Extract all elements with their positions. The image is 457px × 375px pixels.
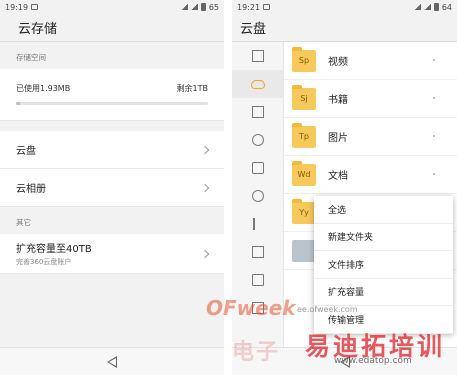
- clock-icon: [251, 134, 264, 146]
- folder-icon: Wd: [292, 160, 316, 186]
- sidebar-item-music[interactable]: [232, 210, 283, 238]
- watermark-brand: OFweek: [206, 296, 296, 320]
- file-name: 图片: [328, 133, 348, 144]
- sidebar-item-download[interactable]: [232, 182, 283, 210]
- cloud-icon: [250, 79, 265, 89]
- expand-capacity-subtitle: 完善360云盘账户: [16, 258, 72, 266]
- signal-icon: [423, 4, 431, 10]
- wifi-icon: [180, 4, 188, 10]
- picture-icon: [251, 246, 264, 258]
- menu-sort-files[interactable]: 文件排序: [314, 251, 453, 279]
- status-time: 19:21: [237, 2, 261, 12]
- file-name: 书籍: [328, 95, 348, 106]
- battery-level: 64: [441, 2, 452, 12]
- more-icon[interactable]: [433, 173, 435, 175]
- file-row-books[interactable]: Sj 书籍: [284, 80, 457, 118]
- wifi-icon: [413, 4, 421, 10]
- watermark-url: ee.ofweek.com: [297, 305, 358, 314]
- folder-icon: Sp: [292, 46, 316, 72]
- battery-level: 65: [208, 2, 219, 12]
- more-icon[interactable]: [433, 97, 435, 99]
- download-icon: [251, 190, 264, 202]
- chevron-right-icon: [200, 183, 210, 192]
- status-bar: 19:19 65: [0, 0, 224, 14]
- cloud-album-item[interactable]: 云相册: [0, 169, 224, 207]
- file-row-pictures[interactable]: Tp 图片: [284, 118, 457, 156]
- remaining-storage: 剩余1TB: [176, 84, 208, 93]
- file-row-documents[interactable]: Wd 文档: [284, 156, 457, 194]
- status-time: 19:19: [5, 2, 29, 12]
- image-icon: [251, 106, 264, 118]
- storage-section-label: 存储空间: [16, 53, 46, 62]
- expand-capacity-item[interactable]: 扩充容量至40TB 完善360云盘账户: [0, 234, 224, 274]
- video-icon: [251, 274, 264, 286]
- status-bar: 19:21 64: [232, 0, 457, 14]
- sidebar-item-camera[interactable]: [232, 154, 283, 182]
- signal-icon: [190, 4, 198, 10]
- battery-icon: [433, 3, 439, 11]
- file-name: 视频: [328, 57, 348, 68]
- sidebar-item-pictures[interactable]: [232, 238, 283, 266]
- page-title: 云存储: [0, 14, 224, 42]
- storage-usage-card: 已使用1.93MB 剩余1TB: [0, 69, 224, 121]
- folder-icon: Yy: [292, 198, 316, 224]
- more-icon[interactable]: [433, 135, 435, 137]
- file-row-video[interactable]: Sp 视频: [284, 42, 457, 80]
- storage-progress-fill: [16, 102, 20, 105]
- watermark-site-url: www.edatop.com: [334, 356, 412, 366]
- cloud-album-label: 云相册: [16, 184, 46, 195]
- page-title: 云盘: [232, 14, 457, 42]
- storage-progress-bar: [16, 102, 208, 105]
- apps-icon: [251, 50, 264, 62]
- cloud-disk-label: 云盘: [16, 146, 36, 157]
- expand-capacity-title: 扩充容量至40TB: [16, 244, 92, 255]
- other-section-label: 其它: [16, 218, 31, 227]
- category-sidebar: [232, 42, 284, 375]
- sidebar-item-cloud[interactable]: [232, 70, 283, 98]
- sidebar-item-recent[interactable]: [232, 126, 283, 154]
- image-notification-icon: [263, 4, 271, 10]
- music-icon: [252, 218, 263, 230]
- cloud-storage-screen: 19:19 65 云存储 存储空间 已使用1.93MB 剩余1TB 云盘 云相册…: [0, 0, 224, 375]
- sidebar-item-video[interactable]: [232, 266, 283, 294]
- navigation-bar: [0, 347, 224, 375]
- sidebar-item-documents[interactable]: [232, 98, 283, 126]
- file-name: 文档: [328, 171, 348, 182]
- cloud-disk-item[interactable]: 云盘: [0, 131, 224, 169]
- back-icon[interactable]: [107, 355, 117, 368]
- more-icon[interactable]: [433, 59, 435, 61]
- chevron-right-icon: [200, 145, 210, 154]
- menu-new-folder[interactable]: 新建文件夹: [314, 224, 453, 251]
- used-storage: 已使用1.93MB: [16, 84, 71, 93]
- menu-expand-capacity[interactable]: 扩充容量: [314, 279, 453, 306]
- folder-icon: Tp: [292, 122, 316, 148]
- watermark-text: 电子: [232, 340, 281, 365]
- battery-icon: [200, 3, 206, 11]
- menu-select-all[interactable]: 全选: [314, 196, 453, 224]
- folder-icon: Sj: [292, 84, 316, 110]
- image-notification-icon: [31, 4, 39, 10]
- camera-icon: [251, 162, 264, 174]
- chevron-right-icon: [200, 249, 210, 258]
- file-icon: [292, 239, 316, 262]
- sidebar-item-apps[interactable]: [232, 42, 283, 70]
